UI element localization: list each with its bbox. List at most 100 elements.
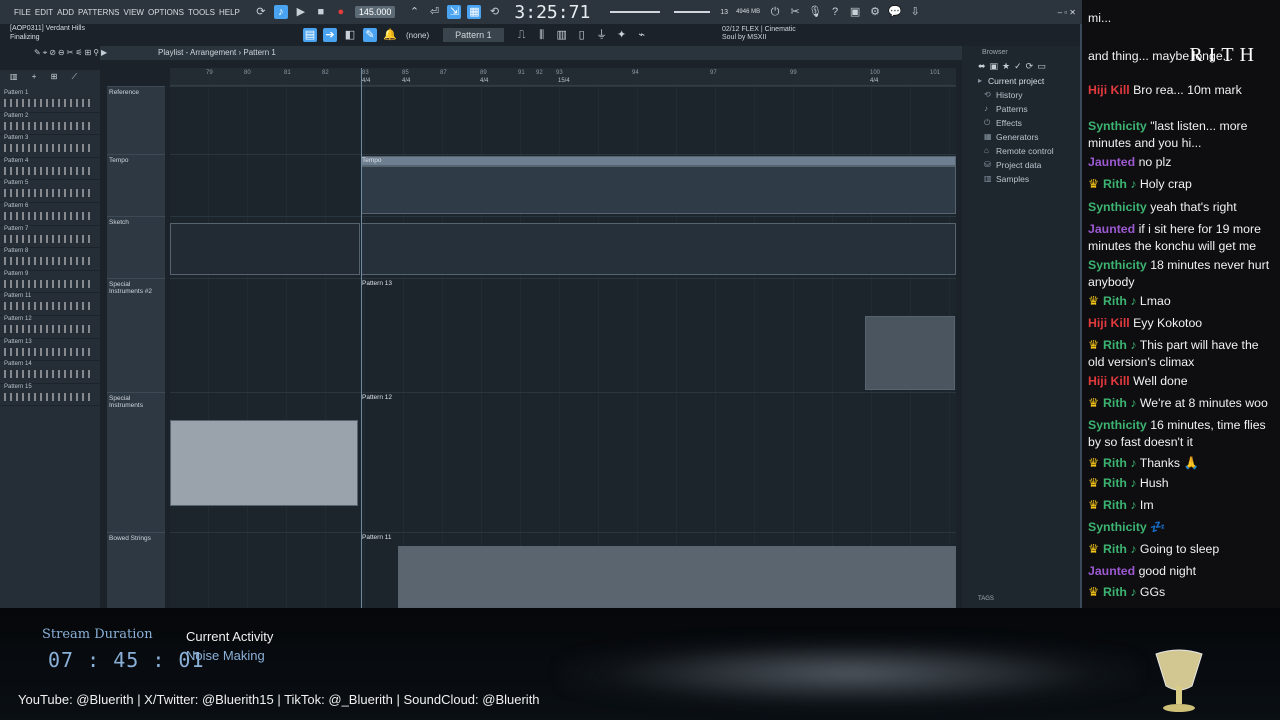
menu-help[interactable]: HELP [217,8,242,17]
draw-mode-icon[interactable]: ➔ [323,28,337,42]
playlist-clip[interactable] [170,223,360,275]
pattern-item[interactable]: Pattern 3 [0,135,100,158]
browser-item[interactable]: ♪ Patterns [962,102,1080,116]
pattern-item[interactable]: Pattern 6 [0,203,100,226]
chat-icon[interactable]: 💬 [888,5,902,19]
browser-item[interactable]: ▥ Samples [962,172,1080,186]
plugin-icon[interactable]: ⚙ [868,5,882,19]
browser-item[interactable]: ⟲ History [962,88,1080,102]
pattern-item[interactable]: Pattern 11 [0,293,100,316]
pattern-item[interactable]: Pattern 2 [0,113,100,136]
playlist-clip[interactable] [865,316,955,390]
browser-item[interactable]: ▸ Current project [962,74,1080,88]
online-icon[interactable]: ⏻ [768,5,782,19]
countdown-icon[interactable]: ⇲ [447,5,462,19]
channel-rack-icon[interactable]: ⫼ [535,28,549,42]
slide-icon[interactable]: ◧ [343,28,357,42]
master-pitch-slider[interactable] [674,11,711,13]
pattern-item[interactable]: Pattern 5 [0,180,100,203]
playlist-clip[interactable] [361,156,956,166]
browser-tags[interactable]: TAGS [978,596,994,602]
menu-patterns[interactable]: PATTERNS [76,8,121,17]
track-header[interactable]: Bowed Strings [107,532,165,608]
browser-toggle-icon[interactable]: ✦ [615,28,629,42]
tempo-display[interactable]: 145.000 [354,6,396,18]
tools-icon[interactable]: ✂ [788,5,802,19]
snap-magnet-icon[interactable]: ▤ [303,28,317,42]
mic-icon[interactable]: 🎙 [808,5,822,19]
playlist-clip[interactable] [361,223,956,275]
track-header[interactable]: Reference [107,86,165,154]
chat-username[interactable]: Synthicity [1088,119,1147,133]
pattern-item[interactable]: Pattern 13 [0,339,100,362]
pattern-item[interactable]: Pattern 14 [0,361,100,384]
pattern-item[interactable]: Pattern 4 [0,158,100,181]
chat-username[interactable]: Rith ♪ [1103,396,1136,410]
chat-username[interactable]: Hiji Kill [1088,374,1130,388]
playhead[interactable] [361,68,362,608]
browser-item[interactable]: ⛁ Project data [962,158,1080,172]
play-icon[interactable]: ▶ [294,5,308,19]
chat-username[interactable]: Hiji Kill [1088,316,1130,330]
track-header[interactable]: Tempo [107,154,165,216]
menu-tools[interactable]: TOOLS [186,8,217,17]
time-signature-marker[interactable]: 4/4 [480,78,488,84]
stop-icon[interactable]: ■ [314,5,328,19]
playlist-clip[interactable] [361,166,956,214]
menu-add[interactable]: ADD [55,8,76,17]
pattern-item[interactable]: Pattern 9 [0,271,100,294]
track-header[interactable]: Special Instruments #2 [107,278,165,392]
playlist-lanes[interactable]: Tempo Pattern 13 Pattern 12 Pattern 11 [170,86,956,608]
news-icon[interactable]: ▣ [848,5,862,19]
playlist-clip[interactable] [398,546,956,608]
chat-username[interactable]: Jaunted [1088,222,1135,236]
window-controls[interactable]: – ▫ ✕ [1058,8,1082,17]
master-volume-slider[interactable] [610,11,661,13]
bell-icon[interactable]: 🔔 [383,28,397,42]
playlist-titlebar[interactable]: Playlist - Arrangement › Pattern 1 [100,46,962,60]
mixer-icon[interactable]: ⎍ [515,28,529,42]
chat-username[interactable]: Synthicity [1088,418,1147,432]
chat-username[interactable]: Rith ♪ [1103,476,1136,490]
time-signature-marker[interactable]: 4/4 [870,78,878,84]
pattern-item[interactable]: Pattern 1 [0,90,100,113]
track-lane[interactable] [170,86,956,154]
time-signature-marker[interactable]: 15/4 [558,78,570,84]
time-signature-marker[interactable]: 4/4 [362,78,370,84]
menu-file[interactable]: FILE [12,8,33,17]
browser-item[interactable]: ▦ Generators [962,130,1080,144]
flex-preset-display[interactable]: 02/12 FLEX | Cinematic Soul by MSXII [722,26,796,42]
wait-icon[interactable]: ⏎ [427,5,441,19]
snap-value[interactable]: (none) [406,31,429,40]
pattern-item[interactable]: Pattern 12 [0,316,100,339]
pattern-item[interactable]: Pattern 15 [0,384,100,407]
chat-username[interactable]: Synthicity [1088,258,1147,272]
playlist-icon[interactable]: ▯ [575,28,589,42]
menu-options[interactable]: OPTIONS [146,8,186,17]
step-edit-icon[interactable]: ▦ [467,5,482,19]
pencil-icon[interactable]: ✎ [363,28,377,42]
browser-item[interactable]: ⏻ Effects [962,116,1080,130]
chat-username[interactable]: Hiji Kill [1088,83,1130,97]
pattern-item[interactable]: Pattern 8 [0,248,100,271]
browser-item[interactable]: ⌂ Remote control [962,144,1080,158]
chat-username[interactable]: Rith ♪ [1103,456,1136,470]
pat-song-toggle-icon[interactable]: ⟳ [254,5,268,19]
pattern-item[interactable]: Pattern 7 [0,226,100,249]
chat-username[interactable]: Jaunted [1088,564,1135,578]
chat-username[interactable]: Jaunted [1088,155,1135,169]
metronome-icon[interactable]: ⌃ [407,5,421,19]
chat-username[interactable]: Rith ♪ [1103,585,1136,599]
loop-record-icon[interactable]: ⟲ [487,5,501,19]
song-mode-icon[interactable]: ♪ [273,5,288,19]
menu-view[interactable]: VIEW [122,8,146,17]
link-icon[interactable]: ⌁ [635,28,649,42]
timeline-ruler[interactable]: 79 80 81 82 83 85 87 89 91 92 93 94 97 99 100 101 4/4 4/4… [170,68,956,86]
chat-username[interactable]: Rith ♪ [1103,338,1136,352]
track-header[interactable]: Sketch [107,216,165,278]
record-icon[interactable]: ● [334,5,348,19]
help-icon[interactable]: ? [828,5,842,19]
plugin-picker-icon[interactable]: ⏚ [595,28,609,42]
chat-username[interactable]: Rith ♪ [1103,294,1136,308]
chat-username[interactable]: Rith ♪ [1103,542,1136,556]
